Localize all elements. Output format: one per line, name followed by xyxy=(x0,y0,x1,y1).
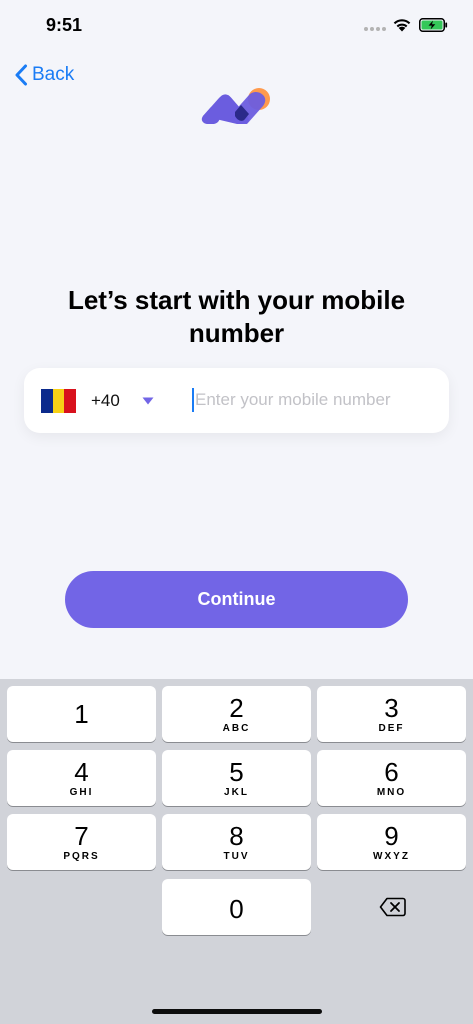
chevron-left-icon xyxy=(15,64,27,86)
key-letters: ABC xyxy=(222,722,251,734)
key-letters: MNO xyxy=(376,786,407,798)
cellular-signal-icon xyxy=(364,27,386,31)
key-digit: 8 xyxy=(229,820,244,851)
country-code-picker[interactable]: +40 xyxy=(41,388,154,414)
key-digit: 3 xyxy=(384,692,399,723)
key-digit: 2 xyxy=(229,692,244,723)
key-letters: TUV xyxy=(223,850,250,862)
key-3[interactable]: 3 DEF xyxy=(317,686,466,742)
key-7[interactable]: 7 PQRS xyxy=(7,814,156,870)
back-button[interactable]: Back xyxy=(14,64,74,86)
key-0[interactable]: 0 xyxy=(162,879,311,935)
back-label: Back xyxy=(32,64,75,85)
key-8[interactable]: 8 TUV xyxy=(162,814,311,870)
numeric-keypad: 1 2 ABC 3 DEF 4 GHI 5 JKL 6 MNO 7 PQRS 8 xyxy=(0,679,473,1024)
key-9[interactable]: 9 WXYZ xyxy=(317,814,466,870)
status-bar: 9:51 xyxy=(0,0,473,50)
key-letters: JKL xyxy=(224,786,249,798)
backspace-icon xyxy=(379,897,406,917)
key-letters: PQRS xyxy=(63,850,100,862)
page-title: Let’s start with your mobile number xyxy=(67,285,406,348)
battery-charging-icon xyxy=(419,18,448,32)
status-time: 9:51 xyxy=(46,15,83,35)
text-cursor xyxy=(192,388,194,412)
key-digit: 9 xyxy=(384,820,399,851)
app-logo xyxy=(201,88,270,124)
wifi-icon xyxy=(393,19,411,32)
romania-flag-icon xyxy=(41,389,77,413)
dial-code: +40 xyxy=(91,391,120,410)
key-letters: WXYZ xyxy=(373,850,410,862)
key-digit: 1 xyxy=(74,698,89,729)
key-digit: 5 xyxy=(229,756,244,787)
phone-input-card: +40 xyxy=(24,368,449,433)
key-digit: 0 xyxy=(229,894,244,924)
key-4[interactable]: 4 GHI xyxy=(7,750,156,806)
key-2[interactable]: 2 ABC xyxy=(162,686,311,742)
key-digit: 4 xyxy=(74,756,89,787)
mobile-number-input[interactable] xyxy=(195,390,423,410)
phone-entry-screen: 9:51 Back Let’s start with your mobile n… xyxy=(0,0,473,1024)
key-letters: GHI xyxy=(69,786,94,798)
key-6[interactable]: 6 MNO xyxy=(317,750,466,806)
phone-input-wrapper xyxy=(192,386,432,414)
caret-down-icon xyxy=(142,397,154,405)
key-5[interactable]: 5 JKL xyxy=(162,750,311,806)
key-letters: DEF xyxy=(378,722,405,734)
continue-button[interactable]: Continue xyxy=(65,571,408,628)
delete-key[interactable] xyxy=(318,879,467,935)
key-digit: 6 xyxy=(384,756,399,787)
key-digit: 7 xyxy=(74,820,89,851)
key-1[interactable]: 1 xyxy=(7,686,156,742)
home-indicator xyxy=(152,1009,322,1014)
